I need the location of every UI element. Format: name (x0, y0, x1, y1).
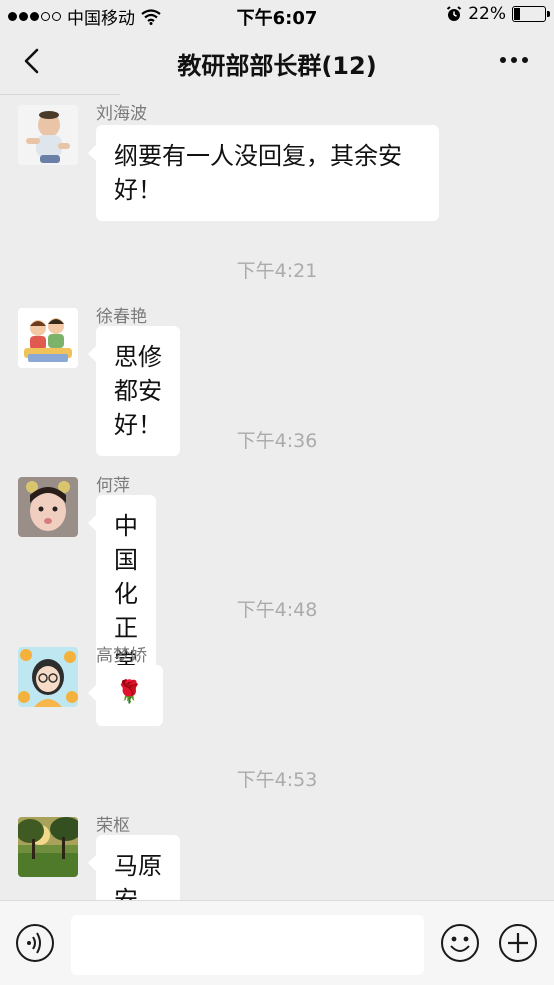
message-bubble[interactable]: 马原安好，全员回复 (88, 835, 180, 900)
plus-icon[interactable] (498, 923, 538, 963)
timestamp: 下午4:21 (236, 260, 318, 282)
baby-avatar[interactable] (18, 105, 78, 165)
status-right: 22% (446, 4, 550, 24)
message-bubble[interactable]: 纲要有一人没回复，其余安好！ (88, 125, 439, 222)
rose-emoji-bubble[interactable]: 🌹 (88, 665, 163, 726)
battery-fill (514, 8, 521, 20)
cartoon-girl-avatar[interactable] (18, 647, 78, 707)
alarm-icon (447, 6, 462, 21)
child-avatar[interactable] (18, 477, 78, 537)
voice-icon[interactable] (15, 923, 55, 963)
timestamp: 下午4:53 (236, 769, 318, 791)
sender-name: 荣枢 (96, 816, 130, 836)
sender-name: 何萍 (96, 476, 130, 496)
nav-bar: 教研部部长群(12) (0, 30, 554, 94)
timestamp: 下午4:36 (236, 430, 318, 452)
message-input[interactable] (71, 915, 424, 975)
chat-area[interactable]: 刘海波 纲要有一人没回复，其余安好！ 下午4:21 徐春艳 思修都安好！ 下午4… (0, 95, 554, 900)
battery-icon (512, 6, 550, 22)
cartoon-family-avatar[interactable] (18, 308, 78, 368)
more-icon[interactable] (498, 52, 530, 68)
sender-name: 刘海波 (96, 104, 147, 124)
sender-name: 高梦娇 (96, 646, 147, 666)
timestamp: 下午4:48 (236, 599, 318, 621)
park-avatar[interactable] (18, 817, 78, 877)
sender-name: 徐春艳 (96, 307, 147, 327)
emoji-icon[interactable] (440, 923, 480, 963)
chat-title: 教研部部长群(12) (177, 52, 377, 80)
battery-percent: 22% (468, 4, 506, 24)
input-bar (0, 900, 554, 985)
status-bar: 中国移动 下午6:07 22% (0, 0, 554, 30)
